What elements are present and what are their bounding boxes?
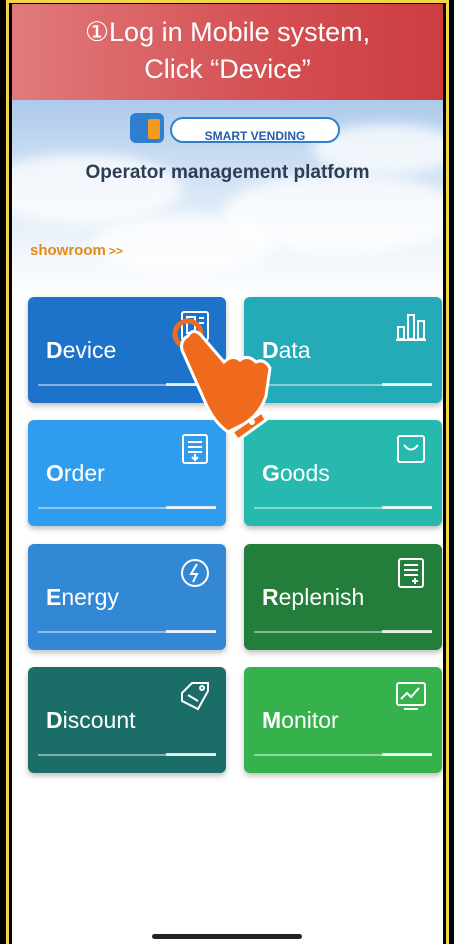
tile-energy[interactable]: Energy (28, 544, 226, 650)
monitor-chart-icon (394, 679, 428, 713)
power-icon (178, 556, 212, 590)
tile-label: Energy (46, 584, 119, 610)
frame-border-left (6, 0, 9, 944)
bar-chart-icon (394, 309, 428, 343)
double-chevron-right-icon: >> (108, 244, 123, 258)
instruction-line-1: ①Log in Mobile system, (84, 17, 371, 47)
pointing-hand-icon (162, 304, 282, 444)
logo-mark-icon (130, 113, 164, 143)
showroom-label: showroom (30, 242, 106, 259)
instruction-banner: ①Log in Mobile system, Click “Device” (12, 4, 443, 100)
logo-tagline: SMART VENDING (170, 117, 340, 143)
tile-replenish[interactable]: Replenish (244, 544, 442, 650)
tile-monitor[interactable]: Monitor (244, 667, 442, 773)
tile-underline (38, 630, 216, 633)
tile-label: Monitor (262, 707, 339, 733)
frame-border-top (6, 0, 449, 3)
video-frame: SMART VENDING Operator management platfo… (0, 0, 454, 944)
tile-discount[interactable]: Discount (28, 667, 226, 773)
frame-border-right (446, 0, 449, 944)
tile-underline (254, 506, 432, 509)
phone-screen: SMART VENDING Operator management platfo… (12, 4, 443, 944)
tile-underline (254, 630, 432, 633)
tile-underline (38, 753, 216, 756)
tile-label: Device (46, 337, 117, 363)
basket-icon (394, 432, 428, 466)
instruction-line-2: Click “Device” (144, 54, 311, 84)
tile-label: Goods (262, 460, 330, 486)
tile-underline (38, 506, 216, 509)
page-title: Operator management platform (85, 162, 370, 183)
tile-label: Order (46, 460, 105, 486)
tile-underline (254, 753, 432, 756)
brand-logo: SMART VENDING (130, 109, 340, 145)
tile-label: Discount (46, 707, 136, 733)
home-indicator[interactable] (152, 934, 302, 939)
tag-icon (178, 679, 212, 713)
tile-label: Replenish (262, 584, 365, 610)
showroom-link[interactable]: showroom >> (30, 242, 123, 259)
add-list-icon (394, 556, 428, 590)
